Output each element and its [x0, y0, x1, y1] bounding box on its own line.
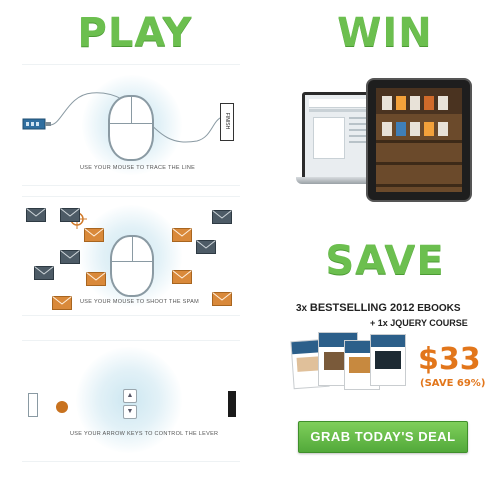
- spam-envelope-icon: [172, 228, 192, 242]
- spam-envelope-icon: [60, 208, 80, 222]
- spam-envelope-icon: [26, 208, 46, 222]
- ebook-cover-icon: [370, 334, 406, 386]
- spam-envelope-icon: [196, 240, 216, 254]
- trace-line-panel: FINISH USE YOUR MOUSE TO TRACE THE LINE: [22, 64, 240, 186]
- spam-envelope-icon: [60, 250, 80, 264]
- spam-envelope-icon: [86, 272, 106, 286]
- save-heading: SAVE: [325, 238, 445, 284]
- offer-suffix: EBOOKS: [414, 303, 461, 314]
- arrow-up-key: ▲: [123, 389, 137, 403]
- spam-envelope-icon: [52, 296, 72, 310]
- tablet-icon: [366, 78, 472, 202]
- offer-line-course: + 1x JQUERY COURSE: [370, 318, 468, 328]
- play-heading: PLAY: [77, 10, 193, 56]
- price-label: $33: [418, 342, 481, 377]
- spam-envelope-icon: [172, 270, 192, 284]
- left-paddle: [28, 393, 38, 417]
- discount-label: (SAVE 69%): [420, 378, 486, 389]
- ball-icon: [56, 401, 68, 413]
- right-paddle: [228, 391, 236, 417]
- shoot-caption: USE YOUR MOUSE TO SHOOT THE SPAM: [80, 299, 200, 305]
- offer-prefix: 3x: [296, 303, 310, 314]
- usb-plug-icon: [22, 118, 51, 130]
- grab-deal-button[interactable]: GRAB TODAY'S DEAL: [298, 421, 468, 453]
- trace-caption: USE YOUR MOUSE TO TRACE THE LINE: [80, 165, 196, 171]
- win-heading: WIN: [337, 10, 433, 56]
- spam-envelope-icon: [34, 266, 54, 280]
- mouse-icon: [108, 95, 154, 161]
- spam-envelope-icon: [212, 292, 232, 306]
- offer-line-ebooks: 3x BESTSELLING 2012 EBOOKS: [296, 302, 461, 314]
- spam-envelope-icon: [212, 210, 232, 224]
- mouse-icon: [110, 235, 154, 297]
- finish-label: FINISH: [224, 112, 230, 130]
- spam-envelope-icon: [84, 228, 104, 242]
- arrow-down-key: ▼: [123, 405, 137, 419]
- finish-connector: FINISH: [220, 103, 234, 141]
- offer-bold: BESTSELLING 2012: [309, 302, 415, 314]
- lever-panel: ▲ ▼ USE YOUR ARROW KEYS TO CONTROL THE L…: [22, 340, 240, 462]
- lever-caption: USE YOUR ARROW KEYS TO CONTROL THE LEVER: [70, 431, 219, 437]
